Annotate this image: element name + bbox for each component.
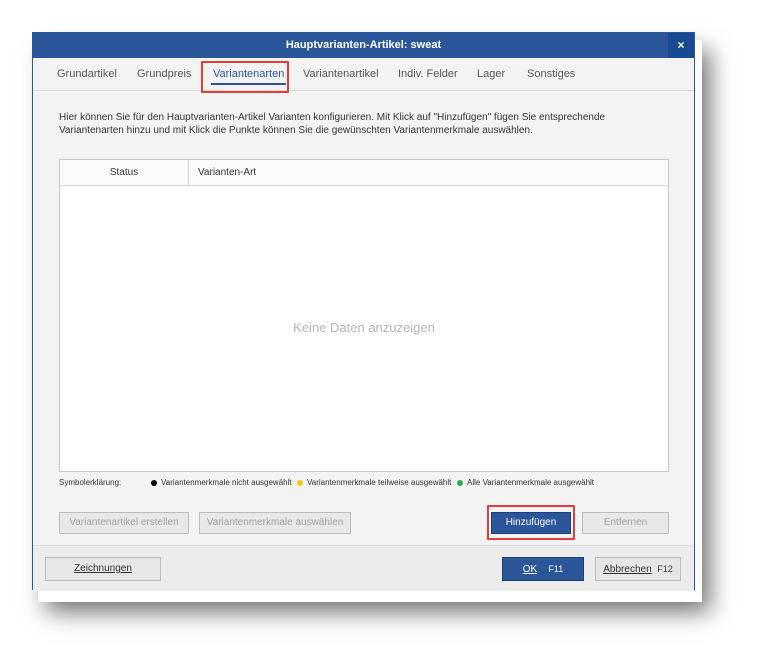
cancel-label: Abbrechen xyxy=(603,564,652,575)
tab-variantenartikel[interactable]: Variantenartikel xyxy=(303,58,379,90)
variant-grid[interactable]: Status Varianten-Art Keine Daten anzuzei… xyxy=(59,159,669,472)
legend-item-partial: Variantenmerkmale teilweise ausgewählt xyxy=(307,478,452,487)
drawings-label: Zeichnungen xyxy=(74,563,132,574)
drawings-button[interactable]: Zeichnungen xyxy=(45,557,161,581)
tab-grundartikel[interactable]: Grundartikel xyxy=(57,58,117,90)
cancel-shortcut: F12 xyxy=(657,564,673,574)
tab-bar: Grundartikel Grundpreis Variantenarten V… xyxy=(33,58,694,91)
cancel-button[interactable]: Abbrechen F12 xyxy=(595,557,681,581)
black-dot-icon xyxy=(151,480,157,486)
legend-item-none: Variantenmerkmale nicht ausgewählt xyxy=(161,478,292,487)
green-dot-icon xyxy=(457,480,463,486)
yellow-dot-icon xyxy=(297,480,303,486)
ok-label: OK xyxy=(522,564,538,575)
select-variant-features-button[interactable]: Variantenmerkmale auswählen xyxy=(199,512,351,534)
description-text: Hier können Sie für den Hauptvarianten-A… xyxy=(59,112,606,136)
grid-header: Status Varianten-Art xyxy=(60,160,668,186)
tab-sonstiges[interactable]: Sonstiges xyxy=(527,58,575,90)
tab-lager[interactable]: Lager xyxy=(477,58,505,90)
add-button[interactable]: Hinzufügen xyxy=(491,512,571,534)
column-header-status[interactable]: Status xyxy=(60,160,189,185)
ok-shortcut: F11 xyxy=(548,564,564,574)
column-header-varianten-art[interactable]: Varianten-Art xyxy=(198,160,256,185)
close-icon[interactable]: × xyxy=(668,33,694,58)
empty-message: Keine Daten anzuzeigen xyxy=(293,320,435,335)
title-bar: Hauptvarianten-Artikel: sweat × xyxy=(33,33,694,58)
window-title: Hauptvarianten-Artikel: sweat xyxy=(285,39,442,51)
tab-variantenarten[interactable]: Variantenarten xyxy=(210,58,287,90)
tab-indiv-felder[interactable]: Indiv. Felder xyxy=(398,58,458,90)
legend-label: Symbolerklärung: xyxy=(59,478,122,487)
tab-grundpreis[interactable]: Grundpreis xyxy=(137,58,191,90)
dialog-window: Hauptvarianten-Artikel: sweat × Grundart… xyxy=(32,32,695,591)
legend-item-all: Alle Variantenmerkmale ausgewählt xyxy=(467,478,595,487)
footer-bar: Zeichnungen OK F11 Abbrechen F12 xyxy=(33,545,694,591)
create-variant-articles-button[interactable]: Variantenartikel erstellen xyxy=(59,512,189,534)
ok-button[interactable]: OK F11 xyxy=(502,557,584,581)
remove-button[interactable]: Entfernen xyxy=(582,512,669,534)
